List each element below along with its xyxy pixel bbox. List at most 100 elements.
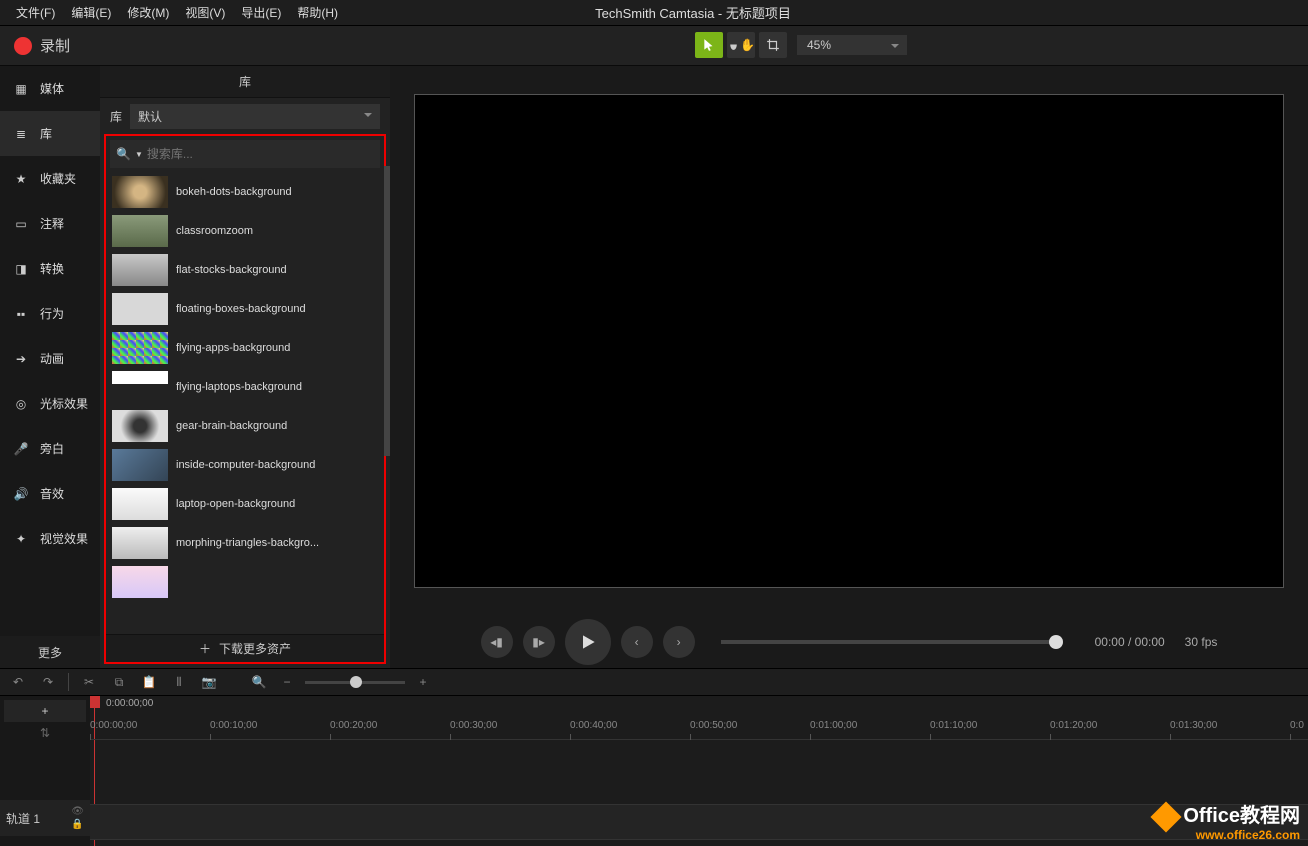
copy-button[interactable]: ⧉ xyxy=(109,672,129,692)
ruler-tick: 0:00:40;00 xyxy=(570,720,617,731)
split-button[interactable]: ⫴ xyxy=(169,672,189,692)
next-marker-button[interactable]: › xyxy=(663,626,695,658)
sidebar-item-library[interactable]: ≣ 库 xyxy=(0,111,100,156)
star-icon: ★ xyxy=(12,170,30,188)
library-item[interactable]: laptop-open-background xyxy=(106,484,384,523)
search-bar: 🔍 ▼ xyxy=(110,140,380,168)
wm-text2: 教程网 xyxy=(1240,805,1300,827)
menu-help[interactable]: 帮助(H) xyxy=(289,0,346,25)
crop-tool[interactable] xyxy=(759,32,787,58)
library-select[interactable]: 默认 xyxy=(130,104,380,129)
library-item[interactable]: gear-brain-background xyxy=(106,406,384,445)
cut-button[interactable]: ✂ xyxy=(79,672,99,692)
audio-icon: 🔊 xyxy=(12,485,30,503)
library-item-name: floating-boxes-background xyxy=(176,303,306,315)
menu-view[interactable]: 视图(V) xyxy=(177,0,233,25)
sidebar-label: 转换 xyxy=(40,260,64,277)
record-icon xyxy=(14,37,32,55)
zoom-fit-button[interactable]: 🔍 xyxy=(249,672,269,692)
timeline-toolbar: ↶ ↷ ✂ ⧉ 📋 ⫴ 📷 🔍 − + xyxy=(0,668,1308,696)
fps-display[interactable]: 30 fps xyxy=(1185,635,1218,649)
sidebar-item-annotations[interactable]: ▭ 注释 xyxy=(0,201,100,246)
highlight-box: 🔍 ▼ bokeh-dots-background classroomzoom fl… xyxy=(104,134,386,664)
library-item-name: classroomzoom xyxy=(176,225,253,237)
preview-area: ◂▮ ▮▸ ‹ › 00:00 / 00:00 30 fps xyxy=(390,66,1308,668)
seek-bar[interactable] xyxy=(721,640,1061,644)
seek-knob[interactable] xyxy=(1049,635,1063,649)
sidebar-item-favorites[interactable]: ★ 收藏夹 xyxy=(0,156,100,201)
zoom-out-button[interactable]: − xyxy=(277,672,297,692)
library-item[interactable]: flying-laptops-background xyxy=(106,367,384,406)
thumbnail xyxy=(112,527,168,559)
library-item[interactable]: flat-stocks-background xyxy=(106,250,384,289)
library-item[interactable]: floating-boxes-background xyxy=(106,289,384,328)
library-item[interactable]: flying-apps-background xyxy=(106,328,384,367)
collapse-button[interactable]: ⇅ xyxy=(0,726,90,740)
sidebar-item-animations[interactable]: ➔ 动画 xyxy=(0,336,100,381)
menu-file[interactable]: 文件(F) xyxy=(8,0,63,25)
library-item[interactable]: inside-computer-background xyxy=(106,445,384,484)
sidebar-label: 光标效果 xyxy=(40,395,88,412)
library-item[interactable]: classroomzoom xyxy=(106,211,384,250)
prev-marker-button[interactable]: ‹ xyxy=(621,626,653,658)
menu-modify[interactable]: 修改(M) xyxy=(119,0,177,25)
search-icon: 🔍 xyxy=(116,147,131,161)
sidebar-item-visual[interactable]: ✦ 视觉效果 xyxy=(0,516,100,561)
sidebar-item-cursor[interactable]: ◎ 光标效果 xyxy=(0,381,100,426)
ruler-tick: 0:00:10;00 xyxy=(210,720,257,731)
search-input[interactable] xyxy=(147,147,374,161)
ruler-tick: 0:00:20;00 xyxy=(330,720,377,731)
sidebar-item-media[interactable]: ▦ 媒体 xyxy=(0,66,100,111)
library-item[interactable]: morphing-triangles-backgro... xyxy=(106,523,384,562)
pan-tool[interactable]: ✋ xyxy=(727,32,755,58)
timeline-ruler[interactable]: 0:00:00;000:00:10;000:00:20;000:00:30;00… xyxy=(90,720,1308,740)
cube-icon xyxy=(1151,801,1182,832)
add-track-button[interactable]: + xyxy=(4,700,86,722)
library-item-name: flat-stocks-background xyxy=(176,264,287,276)
animation-icon: ➔ xyxy=(12,350,30,368)
chevron-down-icon[interactable]: ▼ xyxy=(135,150,143,159)
preview-canvas[interactable] xyxy=(414,94,1284,588)
next-frame-button[interactable]: ▮▸ xyxy=(523,626,555,658)
play-button[interactable] xyxy=(565,619,611,665)
download-more-label: 下载更多资产 xyxy=(219,640,291,657)
redo-button[interactable]: ↷ xyxy=(38,672,58,692)
sidebar-more[interactable]: 更多 xyxy=(0,636,100,668)
sidebar-item-behaviors[interactable]: ▪▪ 行为 xyxy=(0,291,100,336)
undo-button[interactable]: ↶ xyxy=(8,672,28,692)
ruler-tick: 0:01:20;00 xyxy=(1050,720,1097,731)
library-item[interactable] xyxy=(106,562,384,601)
timeline-zoom-slider[interactable] xyxy=(305,681,405,684)
lib-label: 库 xyxy=(110,108,122,125)
paste-button[interactable]: 📋 xyxy=(139,672,159,692)
library-item-name: inside-computer-background xyxy=(176,459,315,471)
transition-icon: ◨ xyxy=(12,260,30,278)
sidebar-item-voice[interactable]: 🎤 旁白 xyxy=(0,426,100,471)
panel-scrollbar[interactable] xyxy=(384,166,390,456)
eye-icon[interactable]: 👁 xyxy=(71,806,84,817)
menubar: 文件(F) 编辑(E) 修改(M) 视图(V) 导出(E) 帮助(H) Tech… xyxy=(0,0,1308,26)
track-1-area[interactable] xyxy=(90,804,1308,840)
zoom-select[interactable]: 45% xyxy=(797,35,907,55)
download-more[interactable]: ＋ 下载更多资产 xyxy=(106,634,384,662)
library-icon: ≣ xyxy=(12,125,30,143)
pointer-tool[interactable] xyxy=(695,32,723,58)
zoom-slider-knob[interactable] xyxy=(350,676,362,688)
record-button[interactable]: 录制 xyxy=(0,35,84,56)
sidebar-item-transitions[interactable]: ◨ 转换 xyxy=(0,246,100,291)
watermark: Office教程网 www.office26.com xyxy=(1155,799,1300,842)
sidebar-item-audio[interactable]: 🔊 音效 xyxy=(0,471,100,516)
library-item[interactable]: bokeh-dots-background xyxy=(106,172,384,211)
sidebar-label: 媒体 xyxy=(40,80,64,97)
zoom-in-button[interactable]: + xyxy=(413,672,433,692)
track-header[interactable]: 轨道 1 👁 🔒 xyxy=(0,800,90,836)
screenshot-button[interactable]: 📷 xyxy=(199,672,219,692)
lock-icon[interactable]: 🔒 xyxy=(71,819,84,830)
menu-edit[interactable]: 编辑(E) xyxy=(63,0,119,25)
timeline-tracks[interactable]: 0:00:00;00 0:00:00;000:00:10;000:00:20;0… xyxy=(90,696,1308,846)
ruler-tick: 0:01:00;00 xyxy=(810,720,857,731)
annotation-icon: ▭ xyxy=(12,215,30,233)
menu-export[interactable]: 导出(E) xyxy=(233,0,289,25)
prev-frame-button[interactable]: ◂▮ xyxy=(481,626,513,658)
zoom-value: 45% xyxy=(807,38,831,52)
